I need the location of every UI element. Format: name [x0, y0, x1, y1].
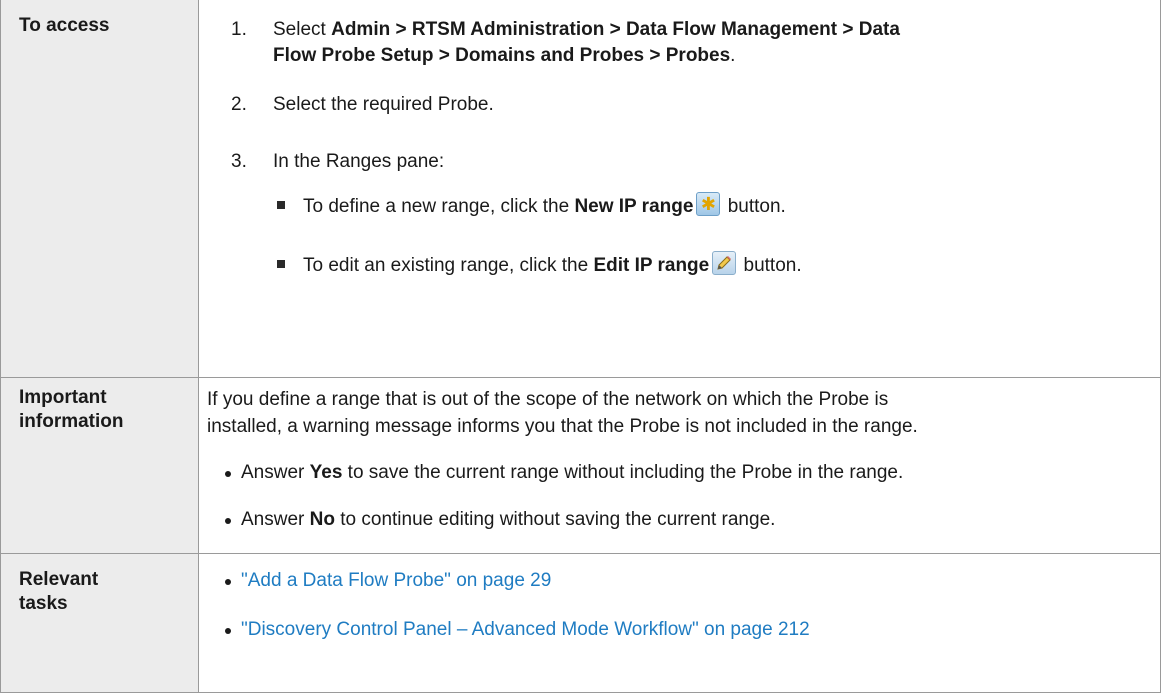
add-data-flow-probe-link[interactable]: "Add a Data Flow Probe" on page 29	[241, 570, 551, 591]
edit-ip-range-icon	[712, 251, 737, 275]
row-label-to-access: To access	[0, 0, 199, 378]
substep-new-range: To define a new range, click the New IP …	[207, 192, 1152, 220]
important-content: If you define a range that is out of the…	[198, 376, 1161, 554]
step-2-text: Select the required Probe.	[273, 94, 494, 115]
info-table: To access 1. Select Admin > RTSM Adminis…	[0, 0, 1161, 693]
relevant-task-1: "Add a Data Flow Probe" on page 29	[207, 568, 1152, 594]
step-2: 2. Select the required Probe.	[207, 92, 1152, 118]
new-ip-range-icon: ✱	[696, 192, 721, 216]
relevant-content: "Add a Data Flow Probe" on page 29 "Disc…	[198, 552, 1161, 693]
to-access-label: To access	[19, 15, 110, 36]
no-prefix: Answer	[241, 508, 310, 530]
row-label-important: Important information	[0, 376, 199, 554]
bullet-answer-yes: Answer Yes to save the current range wit…	[207, 460, 1152, 486]
bullet-dot-icon	[225, 627, 231, 634]
new-range-suffix: button.	[722, 196, 786, 217]
square-bullet-icon	[277, 260, 285, 268]
bullet-dot-icon	[225, 517, 231, 524]
important-label-line1: Important	[19, 386, 107, 408]
discovery-control-panel-link[interactable]: "Discovery Control Panel – Advanced Mode…	[241, 619, 810, 640]
yes-bold: Yes	[309, 461, 343, 483]
relevant-task-2: "Discovery Control Panel – Advanced Mode…	[207, 617, 1152, 643]
step-1-prefix: Select	[273, 19, 332, 40]
bullet-dot-icon	[225, 470, 231, 477]
square-bullet-icon	[277, 201, 285, 209]
to-access-content: 1. Select Admin > RTSM Administration > …	[198, 0, 1161, 378]
no-suffix: to continue editing without saving the c…	[334, 508, 776, 530]
step-3-number: 3.	[231, 151, 247, 172]
important-para-line1: If you define a range that is out of the…	[207, 388, 889, 410]
edit-range-suffix: button.	[738, 255, 802, 276]
edit-range-bold: Edit IP range	[593, 255, 710, 276]
step-1-path-line1: Admin > RTSM Administration > Data Flow …	[331, 19, 900, 40]
step-1: 1. Select Admin > RTSM Administration > …	[207, 17, 1152, 69]
row-label-relevant: Relevant tasks	[0, 552, 199, 693]
substep-edit-range: To edit an existing range, click the Edi…	[207, 251, 1152, 279]
step-3-text: In the Ranges pane:	[273, 151, 445, 172]
step-1-path-line2: Flow Probe Setup > Domains and Probes > …	[273, 45, 731, 66]
yes-suffix: to save the current range without includ…	[342, 461, 904, 483]
relevant-label-line2: tasks	[19, 592, 68, 614]
important-para-line2: installed, a warning message informs you…	[207, 415, 918, 437]
bullet-answer-no: Answer No to continue editing without sa…	[207, 507, 1152, 533]
new-range-prefix: To define a new range, click the	[303, 196, 575, 217]
row-important-information: Important information If you define a ra…	[0, 376, 1161, 554]
step-1-number: 1.	[231, 19, 247, 40]
important-label-line2: information	[19, 410, 124, 432]
bullet-dot-icon	[225, 578, 231, 585]
row-to-access: To access 1. Select Admin > RTSM Adminis…	[0, 0, 1161, 378]
step-2-number: 2.	[231, 94, 247, 115]
no-bold: No	[309, 508, 335, 530]
new-range-bold: New IP range	[574, 196, 694, 217]
edit-range-prefix: To edit an existing range, click the	[303, 255, 594, 276]
step-1-suffix: .	[730, 45, 736, 66]
relevant-label-line1: Relevant	[19, 568, 99, 590]
row-relevant-tasks: Relevant tasks "Add a Data Flow Probe" o…	[0, 552, 1161, 693]
important-paragraph: If you define a range that is out of the…	[207, 386, 1152, 440]
yes-prefix: Answer	[241, 461, 310, 483]
step-3: 3. In the Ranges pane:	[207, 149, 1152, 175]
